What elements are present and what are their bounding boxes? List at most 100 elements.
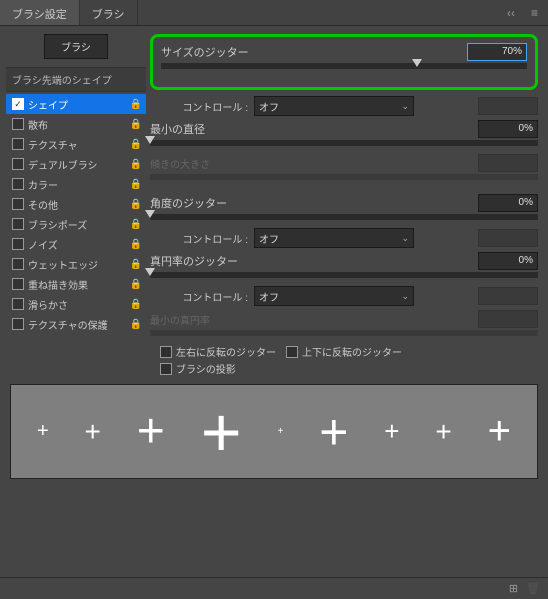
angle-jitter-label: 角度のジッター: [150, 195, 227, 211]
preview-stamp: +: [37, 420, 49, 443]
preview-stamp: +: [435, 416, 451, 448]
sidebar-label-10: 滑らかさ: [28, 297, 130, 312]
sidebar-label-4: カラー: [28, 177, 130, 192]
sidebar-label-5: その他: [28, 197, 130, 212]
sidebar-item-2[interactable]: テクスチャ🔒: [6, 134, 146, 154]
flip-y-label: 上下に反転のジッター: [302, 344, 402, 359]
roundness-control-select[interactable]: オフ⌄: [254, 286, 414, 306]
size-control-select[interactable]: オフ⌄: [254, 96, 414, 116]
roundness-jitter-slider[interactable]: [150, 272, 538, 278]
lock-icon[interactable]: 🔒: [130, 259, 142, 270]
sidebar-item-0[interactable]: ✓シェイプ🔒: [6, 94, 146, 114]
main-panel: サイズのジッター 70% コントロール : オフ⌄ 最小の直径 0% 傾きの大き…: [146, 26, 548, 384]
lock-icon[interactable]: 🔒: [130, 279, 142, 290]
roundness-jitter-label: 真円率のジッター: [150, 253, 238, 269]
projection-checkbox[interactable]: [160, 363, 172, 375]
sidebar-checkbox-5[interactable]: [12, 198, 24, 210]
sidebar-item-7[interactable]: ノイズ🔒: [6, 234, 146, 254]
flip-y-checkbox[interactable]: [286, 346, 298, 358]
min-roundness-slider: [150, 330, 538, 336]
size-jitter-slider[interactable]: [161, 63, 527, 69]
flip-x-checkbox[interactable]: [160, 346, 172, 358]
preview-stamp: +: [85, 416, 101, 448]
angle-jitter-slider[interactable]: [150, 214, 538, 220]
sidebar-checkbox-6[interactable]: [12, 218, 24, 230]
min-roundness-input: [478, 310, 538, 328]
sidebar-item-3[interactable]: デュアルブラシ🔒: [6, 154, 146, 174]
projection-label: ブラシの投影: [176, 361, 236, 376]
sidebar-checkbox-10[interactable]: [12, 298, 24, 310]
angle-control-extra: [478, 229, 538, 247]
preview-stamp: +: [277, 426, 283, 437]
sidebar-checkbox-3[interactable]: [12, 158, 24, 170]
brush-tip-header[interactable]: ブラシ先端のシェイプ: [6, 67, 146, 92]
sidebar-item-8[interactable]: ウェットエッジ🔒: [6, 254, 146, 274]
lock-icon[interactable]: 🔒: [130, 299, 142, 310]
sidebar-checkbox-4[interactable]: [12, 178, 24, 190]
sidebar-label-8: ウェットエッジ: [28, 257, 130, 272]
size-jitter-highlight: サイズのジッター 70%: [150, 34, 538, 90]
min-diameter-input[interactable]: 0%: [478, 120, 538, 138]
lock-icon[interactable]: 🔒: [130, 219, 142, 230]
sidebar-checkbox-2[interactable]: [12, 138, 24, 150]
sidebar-item-10[interactable]: 滑らかさ🔒: [6, 294, 146, 314]
preview-stamp: +: [488, 409, 511, 454]
brush-preview: + + + + + + + + +: [10, 384, 538, 479]
preview-stamp: +: [201, 392, 242, 472]
angle-jitter-input[interactable]: 0%: [478, 194, 538, 212]
sidebar-checkbox-7[interactable]: [12, 238, 24, 250]
tab-brushes[interactable]: ブラシ: [80, 0, 138, 25]
sidebar-checkbox-8[interactable]: [12, 258, 24, 270]
lock-icon[interactable]: 🔒: [130, 239, 142, 250]
angle-control-select[interactable]: オフ⌄: [254, 228, 414, 248]
sidebar-item-1[interactable]: 散布🔒: [6, 114, 146, 134]
sidebar-label-11: テクスチャの保護: [28, 317, 130, 332]
lock-icon[interactable]: 🔒: [130, 199, 142, 210]
sidebar-checkbox-0[interactable]: ✓: [12, 98, 24, 110]
sidebar-item-9[interactable]: 重ね描き効果🔒: [6, 274, 146, 294]
brush-button[interactable]: ブラシ: [44, 34, 108, 59]
control-label-2: コントロール :: [150, 231, 254, 246]
control-label-3: コントロール :: [150, 289, 254, 304]
preview-stamp: +: [319, 403, 348, 461]
size-jitter-input[interactable]: 70%: [467, 43, 527, 61]
sidebar-item-6[interactable]: ブラシポーズ🔒: [6, 214, 146, 234]
sidebar: ブラシ ブラシ先端のシェイプ ✓シェイプ🔒散布🔒テクスチャ🔒デュアルブラシ🔒カラ…: [0, 26, 146, 384]
lock-icon[interactable]: 🔒: [130, 99, 142, 110]
tilt-scale-label: 傾きの大きさ: [150, 156, 216, 171]
roundness-jitter-input[interactable]: 0%: [478, 252, 538, 270]
flip-x-label: 左右に反転のジッター: [176, 344, 276, 359]
sidebar-item-4[interactable]: カラー🔒: [6, 174, 146, 194]
tilt-scale-slider: [150, 174, 538, 180]
roundness-control-extra: [478, 287, 538, 305]
size-jitter-label: サイズのジッター: [161, 44, 249, 60]
sidebar-label-3: デュアルブラシ: [28, 157, 130, 172]
sidebar-label-6: ブラシポーズ: [28, 217, 130, 232]
size-control-extra: [478, 97, 538, 115]
sidebar-checkbox-1[interactable]: [12, 118, 24, 130]
new-preset-icon[interactable]: ⊞: [509, 582, 518, 595]
menu-icon[interactable]: ≡: [527, 4, 542, 22]
sidebar-label-9: 重ね描き効果: [28, 277, 130, 292]
min-roundness-label: 最小の真円率: [150, 312, 216, 327]
sidebar-label-7: ノイズ: [28, 237, 130, 252]
sidebar-item-11[interactable]: テクスチャの保護🔒: [6, 314, 146, 334]
min-diameter-label: 最小の直径: [150, 121, 205, 137]
collapse-icon[interactable]: ‹‹: [503, 4, 519, 22]
preview-stamp: +: [384, 416, 399, 447]
trash-icon: 🗑: [526, 582, 540, 595]
tilt-scale-input: [478, 154, 538, 172]
sidebar-checkbox-11[interactable]: [12, 318, 24, 330]
sidebar-item-5[interactable]: その他🔒: [6, 194, 146, 214]
lock-icon[interactable]: 🔒: [130, 179, 142, 190]
lock-icon[interactable]: 🔒: [130, 159, 142, 170]
sidebar-checkbox-9[interactable]: [12, 278, 24, 290]
min-diameter-slider[interactable]: [150, 140, 538, 146]
lock-icon[interactable]: 🔒: [130, 119, 142, 130]
tab-brush-settings[interactable]: ブラシ設定: [0, 0, 80, 25]
lock-icon[interactable]: 🔒: [130, 319, 142, 330]
sidebar-label-1: 散布: [28, 117, 130, 132]
lock-icon[interactable]: 🔒: [130, 139, 142, 150]
preview-stamp: +: [137, 404, 165, 459]
sidebar-label-2: テクスチャ: [28, 137, 130, 152]
